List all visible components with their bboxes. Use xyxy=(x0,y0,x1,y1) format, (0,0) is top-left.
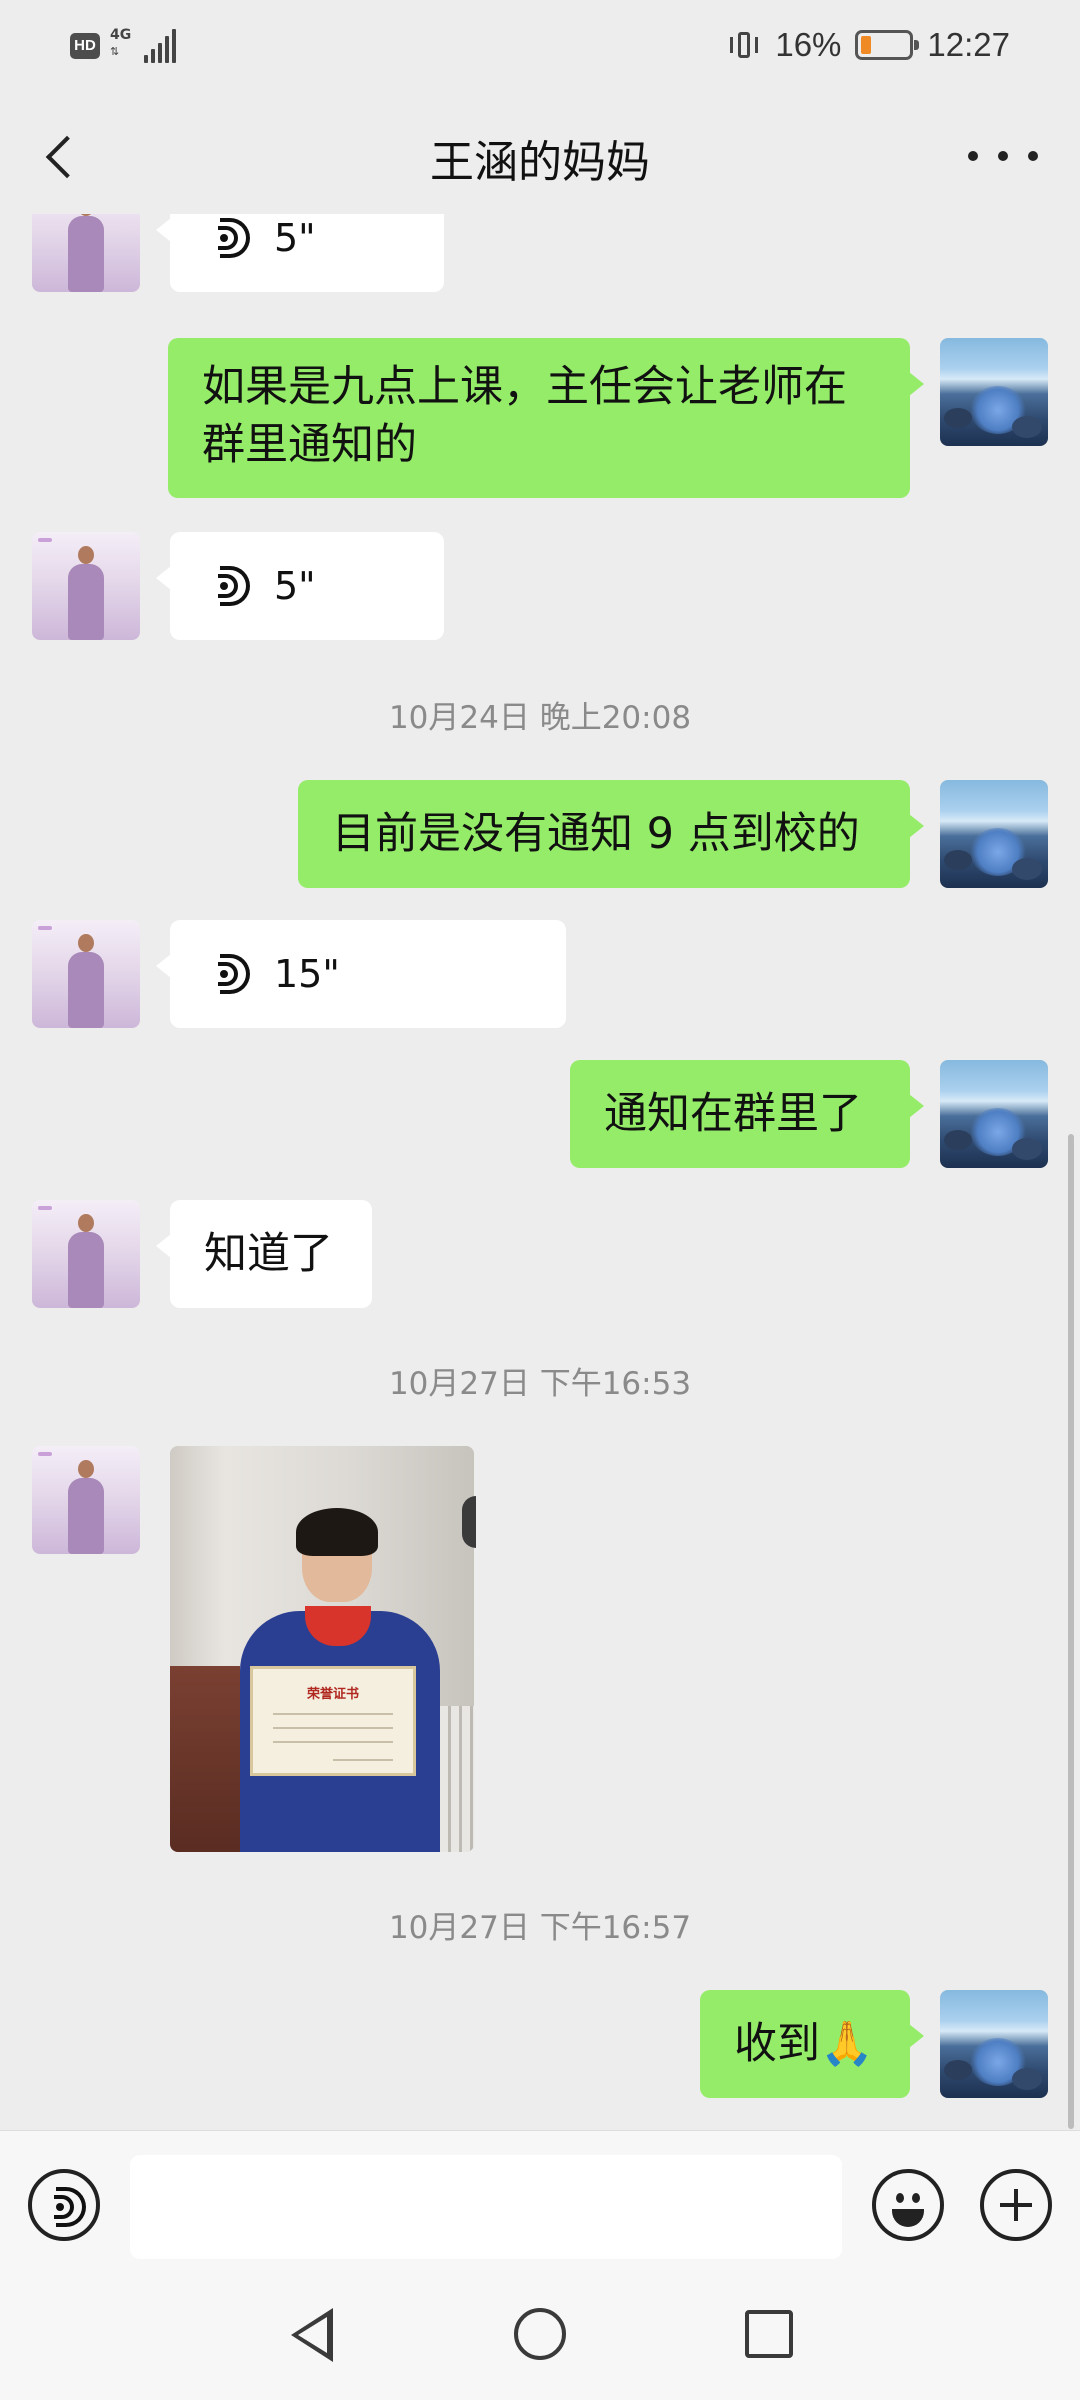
system-nav-bar xyxy=(0,2278,1080,2400)
voice-message[interactable]: 5" xyxy=(156,214,444,292)
nav-recent-icon[interactable] xyxy=(745,2310,793,2358)
voice-duration: 15" xyxy=(274,952,340,996)
my-avatar[interactable] xyxy=(940,338,1048,446)
certificate: 荣誉证书 xyxy=(250,1666,416,1776)
text-message[interactable]: 通知在群里了 xyxy=(570,1060,924,1168)
voice-icon xyxy=(218,218,252,258)
network-type-label: 4G xyxy=(110,27,132,43)
input-bar xyxy=(0,2130,1080,2278)
battery-percent: 16% xyxy=(775,26,842,63)
contact-avatar[interactable] xyxy=(32,214,140,292)
voice-duration: 5" xyxy=(274,216,316,260)
emoji-icon[interactable] xyxy=(872,2169,944,2241)
battery-icon xyxy=(855,30,920,60)
message-line: 如果是九点上课，主任会让老师在 xyxy=(202,362,847,412)
status-bar: HD 4G ⇅ 16% 12:27 xyxy=(0,0,1080,96)
certificate-title: 荣誉证书 xyxy=(306,1687,359,1702)
message-line: 目前是没有通知 9 点到校的 xyxy=(332,809,860,859)
voice-message[interactable]: 15" xyxy=(156,920,566,1028)
nav-home-icon[interactable] xyxy=(514,2308,566,2360)
network-type-icon: 4G ⇅ xyxy=(110,27,132,58)
timestamp: 10月24日 晚上20:08 xyxy=(388,700,692,736)
contact-avatar[interactable] xyxy=(32,1446,140,1554)
voice-icon xyxy=(218,566,252,606)
my-avatar[interactable] xyxy=(940,1060,1048,1168)
message-input[interactable] xyxy=(130,2155,842,2259)
timestamp: 10月27日 下午16:53 xyxy=(388,1366,692,1402)
my-avatar[interactable] xyxy=(940,780,1048,888)
voice-input-button[interactable] xyxy=(28,2169,100,2241)
contact-avatar[interactable] xyxy=(32,920,140,1028)
message-list[interactable]: 5" 如果是九点上课，主任会让老师在 群里通知的 5" 10月24日 晚上20:… xyxy=(0,214,1080,2130)
voice-message[interactable]: 5" xyxy=(156,532,444,640)
timestamp: 10月27日 下午16:57 xyxy=(388,1910,692,1946)
voice-icon xyxy=(218,954,252,994)
message-line: 通知在群里了 xyxy=(604,1089,862,1139)
message-line: 群里通知的 xyxy=(202,420,417,470)
voice-icon xyxy=(54,2187,88,2227)
contact-avatar[interactable] xyxy=(32,532,140,640)
text-message[interactable]: 目前是没有通知 9 点到校的 xyxy=(298,780,924,888)
image-message[interactable]: 荣誉证书 xyxy=(170,1446,474,1852)
text-message[interactable]: 知道了 xyxy=(156,1200,372,1308)
scrollbar[interactable] xyxy=(1068,1134,1074,2129)
my-avatar[interactable] xyxy=(940,1990,1048,2098)
chat-screen: HD 4G ⇅ 16% 12:27 王涵的妈妈 5" 如果是九点上课，主任会让老… xyxy=(0,0,1080,2400)
vibrate-icon xyxy=(727,28,761,62)
more-icon[interactable] xyxy=(968,136,1038,176)
image-edge-handle xyxy=(462,1496,476,1548)
nav-back-icon[interactable] xyxy=(285,2308,341,2364)
message-line: 收到🙏 xyxy=(734,2019,874,2069)
plus-icon[interactable] xyxy=(980,2169,1052,2241)
text-message[interactable]: 如果是九点上课，主任会让老师在 群里通知的 xyxy=(168,338,924,498)
message-line: 知道了 xyxy=(204,1229,333,1279)
text-message[interactable]: 收到🙏 xyxy=(700,1990,924,2098)
signal-icon xyxy=(144,29,176,63)
chat-header: 王涵的妈妈 xyxy=(0,96,1080,214)
clock: 12:27 xyxy=(927,26,1010,63)
status-left: HD 4G ⇅ xyxy=(70,28,176,64)
contact-avatar[interactable] xyxy=(32,1200,140,1308)
status-right: 16% 12:27 xyxy=(727,26,1010,64)
hd-badge: HD xyxy=(70,33,100,59)
voice-duration: 5" xyxy=(274,564,316,608)
chat-title: 王涵的妈妈 xyxy=(430,137,650,188)
